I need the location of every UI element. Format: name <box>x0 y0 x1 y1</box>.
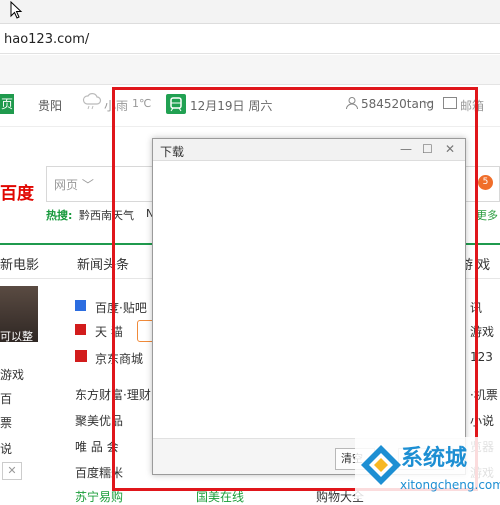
tmall-icon <box>75 324 86 335</box>
search-type-selector[interactable]: 网页 ﹀ <box>54 176 94 193</box>
hot-search-label: 热搜: <box>46 209 73 222</box>
home-badge[interactable]: 页 <box>0 94 14 114</box>
jd-icon <box>75 350 87 362</box>
mouse-cursor-icon <box>10 1 23 19</box>
watermark-url: xitongcheng.com <box>400 478 500 492</box>
notification-badge[interactable]: 5 <box>478 175 493 190</box>
tab-new-movies[interactable]: 新电影 <box>0 254 39 273</box>
download-dialog <box>152 138 466 475</box>
sidebar-item[interactable]: 游戏 <box>0 366 24 383</box>
baidu-logo[interactable]: 百度 <box>0 179 34 204</box>
xitongcheng-logo-icon <box>361 445 401 485</box>
toolbar-strip <box>0 55 500 85</box>
thumbnail-caption: 可以整 <box>0 330 33 343</box>
dialog-title: 下载 <box>160 145 185 159</box>
dialog-titlebar[interactable] <box>153 139 465 161</box>
cloud-rain-icon <box>82 93 102 110</box>
sidebar-item[interactable]: 票 <box>0 414 12 431</box>
close-icon[interactable]: ✕ <box>445 142 455 156</box>
browser-title-bar <box>0 0 500 24</box>
sidebar-item[interactable]: 百 <box>0 390 12 407</box>
minimize-icon[interactable]: — <box>400 142 412 156</box>
maximize-icon[interactable]: ☐ <box>422 142 433 156</box>
watermark-name: 系统城 <box>401 446 468 471</box>
more-link[interactable]: 更多 <box>476 207 498 223</box>
address-text[interactable]: hao123.com/ <box>4 32 89 47</box>
sidebar-item[interactable]: 说 <box>0 440 12 457</box>
close-icon[interactable]: ✕ <box>2 462 22 480</box>
city-selector[interactable]: 贵阳 <box>38 97 62 114</box>
tieba-icon <box>75 300 86 311</box>
